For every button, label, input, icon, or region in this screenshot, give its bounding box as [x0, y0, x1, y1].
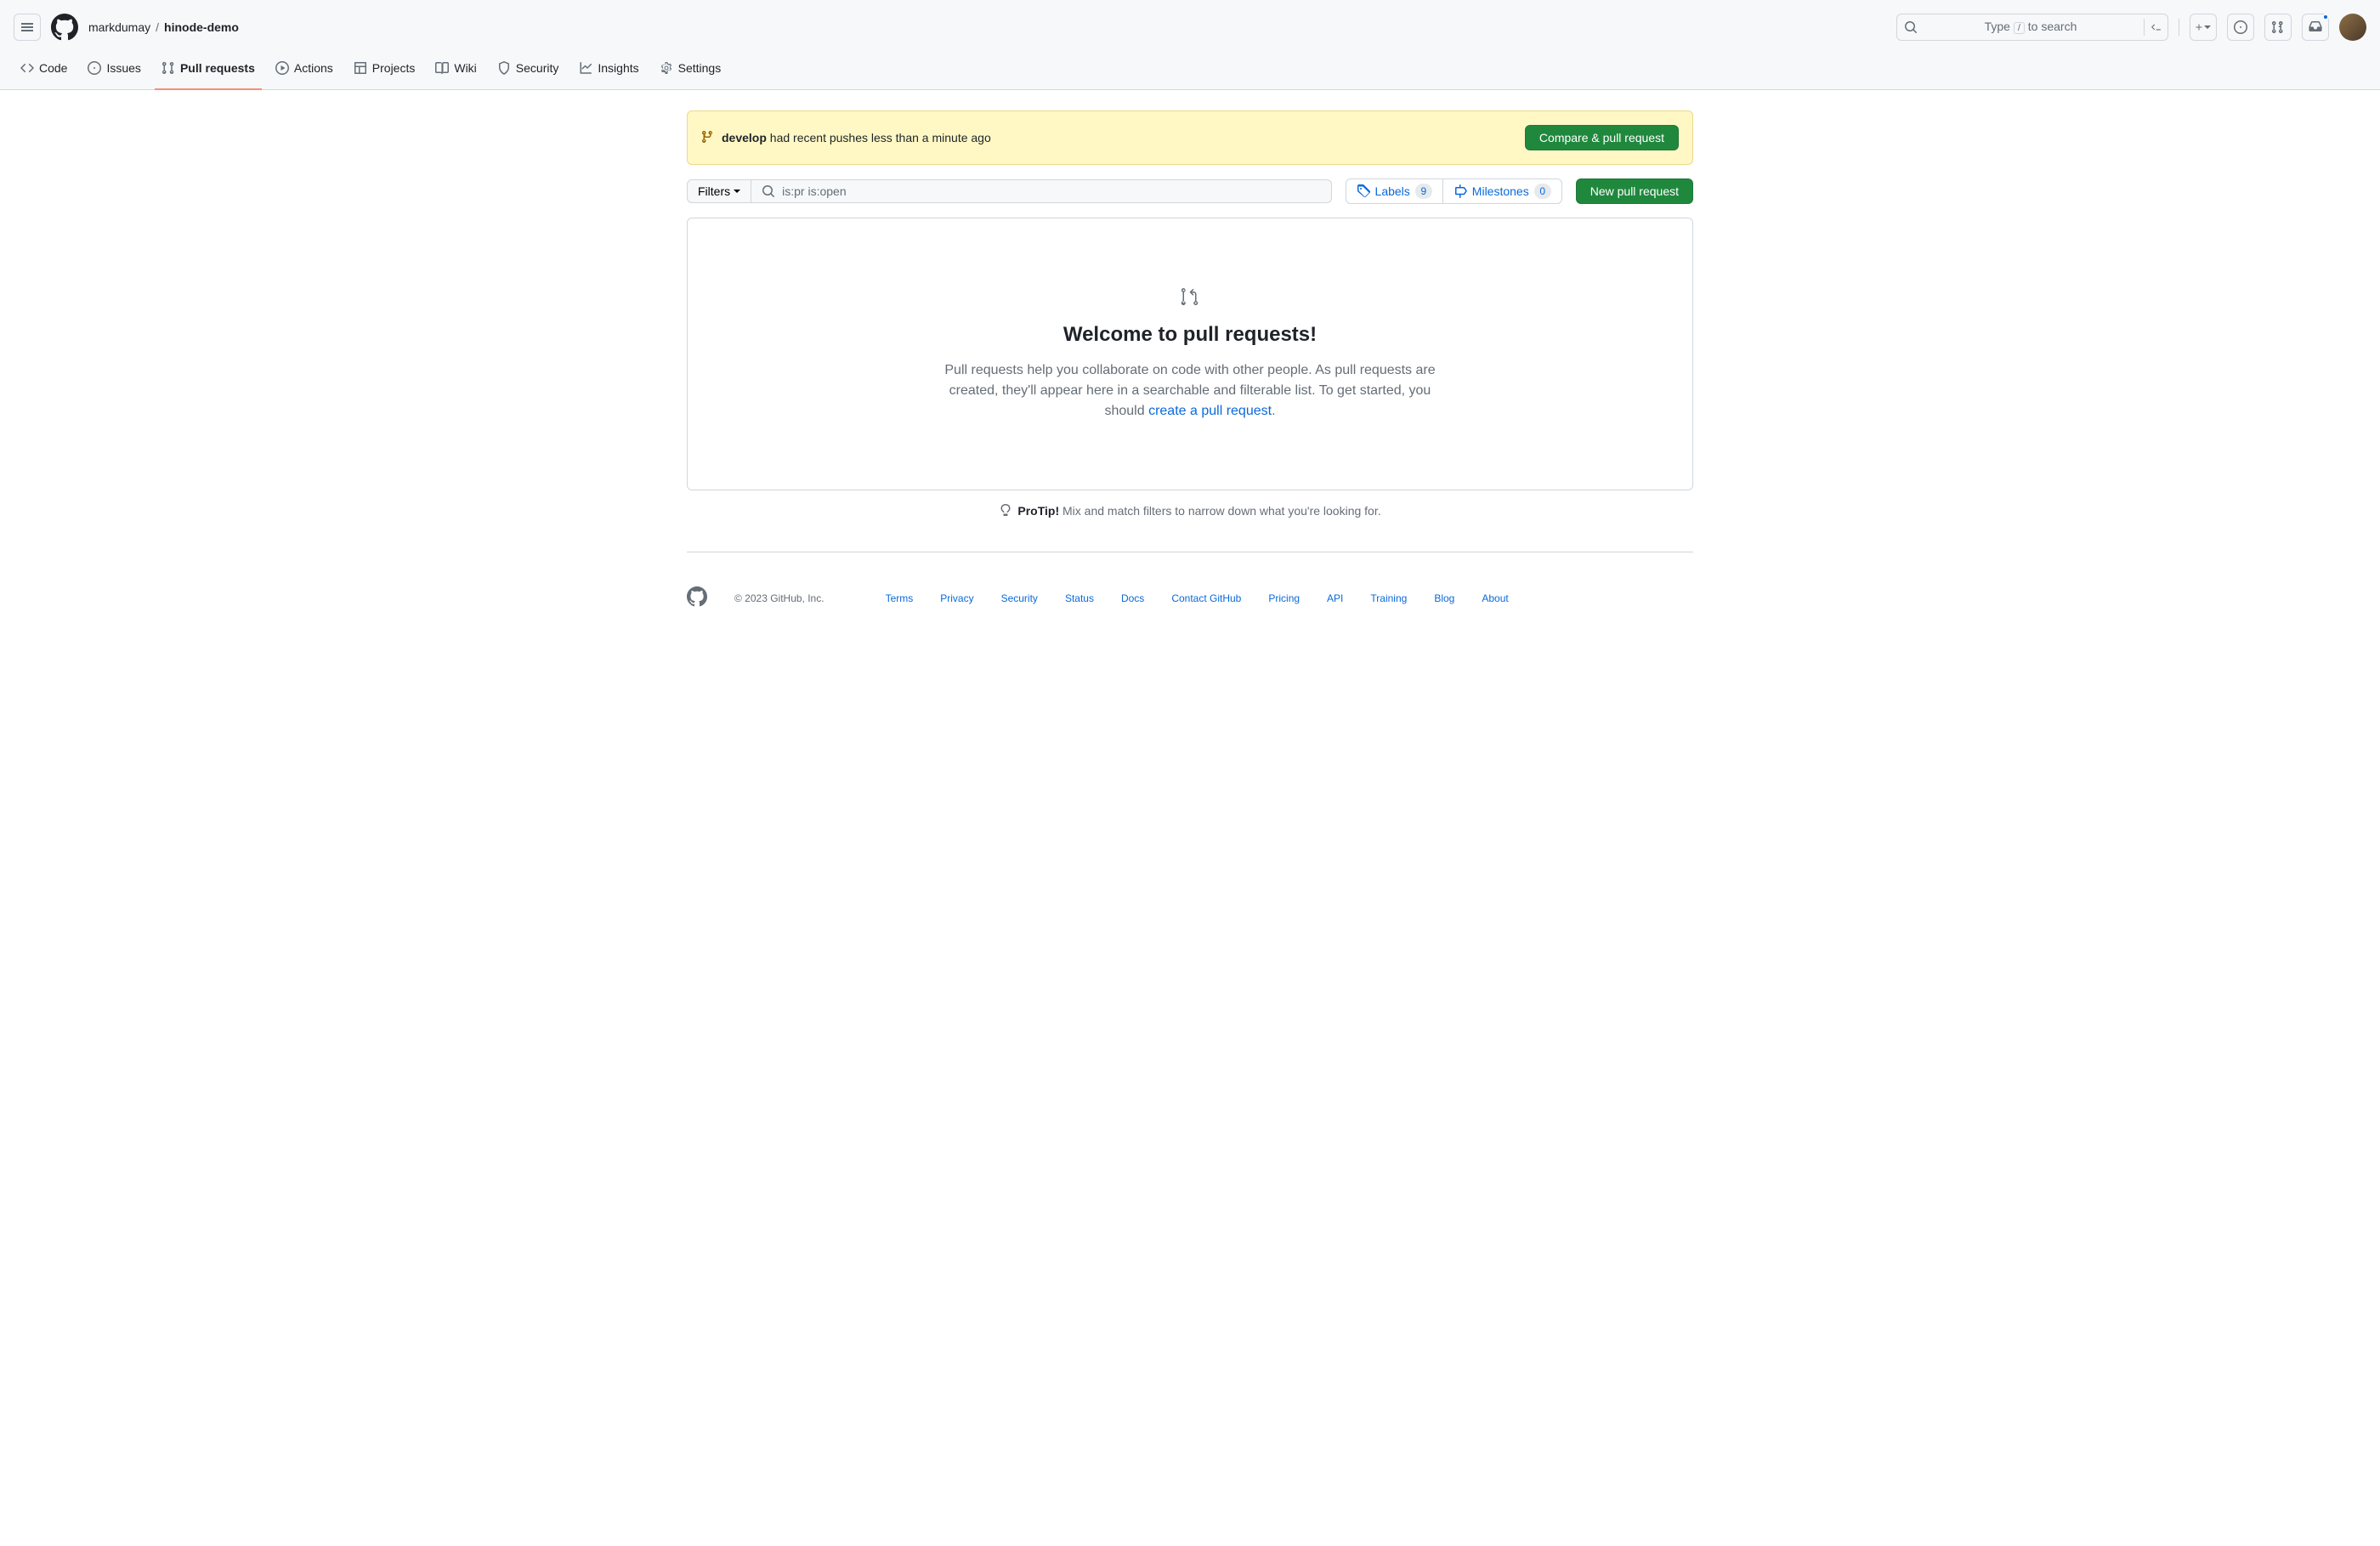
search-placeholder: Type / to search: [1923, 20, 2139, 35]
pr-search[interactable]: [751, 179, 1331, 203]
search-kbd: /: [2014, 22, 2025, 34]
footer-link-terms[interactable]: Terms: [886, 592, 914, 604]
footer-link-status[interactable]: Status: [1065, 592, 1094, 604]
issues-button[interactable]: [2227, 14, 2254, 41]
tag-icon: [1357, 184, 1370, 198]
footer-copyright: © 2023 GitHub, Inc.: [734, 592, 824, 604]
gear-icon: [660, 61, 673, 75]
create-pr-link[interactable]: create a pull request: [1148, 404, 1272, 418]
empty-state: Welcome to pull requests! Pull requests …: [687, 218, 1693, 490]
pull-requests-button[interactable]: [2264, 14, 2292, 41]
book-icon: [435, 61, 449, 75]
nav-pull-requests[interactable]: Pull requests: [155, 54, 262, 90]
nav-issues[interactable]: Issues: [81, 54, 147, 90]
command-palette-icon[interactable]: [2144, 19, 2161, 36]
create-new-button[interactable]: [2190, 14, 2217, 41]
nav-code[interactable]: Code: [14, 54, 74, 90]
footer: © 2023 GitHub, Inc. Terms Privacy Securi…: [687, 552, 1693, 643]
nav-settings[interactable]: Settings: [653, 54, 728, 90]
compare-pull-request-button[interactable]: Compare & pull request: [1525, 125, 1679, 150]
labels-milestones-group: Labels 9 Milestones 0: [1346, 178, 1562, 204]
search-icon: [762, 184, 775, 198]
code-icon: [20, 61, 34, 75]
shield-icon: [497, 61, 511, 75]
repo-nav: Code Issues Pull requests Actions Projec…: [0, 54, 2380, 90]
hamburger-menu-button[interactable]: [14, 14, 41, 41]
labels-count: 9: [1415, 184, 1432, 199]
caret-down-icon: [2204, 25, 2211, 29]
filters-dropdown[interactable]: Filters: [687, 179, 751, 203]
recent-push-notice: develop had recent pushes less than a mi…: [687, 110, 1693, 165]
milestones-count: 0: [1534, 184, 1551, 199]
footer-link-about[interactable]: About: [1482, 592, 1508, 604]
user-avatar[interactable]: [2339, 14, 2366, 41]
play-icon: [275, 61, 289, 75]
pull-request-icon: [162, 61, 175, 75]
nav-security[interactable]: Security: [490, 54, 566, 90]
notice-text: develop had recent pushes less than a mi…: [722, 131, 1518, 144]
pr-search-input[interactable]: [782, 184, 1320, 198]
milestone-icon: [1454, 184, 1467, 198]
footer-link-privacy[interactable]: Privacy: [940, 592, 973, 604]
issue-icon: [88, 61, 101, 75]
footer-link-security[interactable]: Security: [1001, 592, 1038, 604]
search-icon: [1904, 20, 1918, 34]
footer-links: Terms Privacy Security Status Docs Conta…: [886, 592, 1509, 604]
top-header: markdumay / hinode-demo Type / to search: [0, 0, 2380, 54]
lightbulb-icon: [999, 504, 1012, 518]
table-icon: [354, 61, 367, 75]
footer-link-training[interactable]: Training: [1370, 592, 1407, 604]
nav-actions[interactable]: Actions: [269, 54, 340, 90]
github-footer-logo[interactable]: [687, 586, 707, 609]
main-content: develop had recent pushes less than a mi…: [673, 90, 1707, 664]
breadcrumb-repo[interactable]: hinode-demo: [164, 20, 239, 34]
breadcrumb-owner[interactable]: markdumay: [88, 20, 150, 34]
empty-body: Pull requests help you collaborate on co…: [935, 360, 1445, 422]
github-logo[interactable]: [51, 14, 78, 41]
notification-dot: [2322, 14, 2329, 20]
footer-link-api[interactable]: API: [1327, 592, 1343, 604]
nav-wiki[interactable]: Wiki: [428, 54, 483, 90]
footer-link-docs[interactable]: Docs: [1121, 592, 1144, 604]
pull-request-icon: [722, 286, 1658, 309]
filter-row: Filters Labels 9 Milestones 0 New pull r…: [687, 178, 1693, 204]
breadcrumb-separator: /: [156, 20, 159, 34]
nav-insights[interactable]: Insights: [572, 54, 645, 90]
caret-down-icon: [734, 190, 740, 193]
labels-button[interactable]: Labels 9: [1346, 179, 1442, 203]
footer-link-blog[interactable]: Blog: [1434, 592, 1454, 604]
global-search[interactable]: Type / to search: [1896, 14, 2168, 41]
branch-icon: [701, 130, 715, 146]
milestones-button[interactable]: Milestones 0: [1442, 179, 1561, 203]
footer-link-contact[interactable]: Contact GitHub: [1171, 592, 1241, 604]
new-pull-request-button[interactable]: New pull request: [1576, 178, 1693, 204]
breadcrumb: markdumay / hinode-demo: [88, 20, 239, 34]
nav-projects[interactable]: Projects: [347, 54, 422, 90]
footer-link-pricing[interactable]: Pricing: [1268, 592, 1300, 604]
empty-title: Welcome to pull requests!: [722, 323, 1658, 347]
protip: ProTip! Mix and match filters to narrow …: [687, 504, 1693, 518]
graph-icon: [579, 61, 592, 75]
